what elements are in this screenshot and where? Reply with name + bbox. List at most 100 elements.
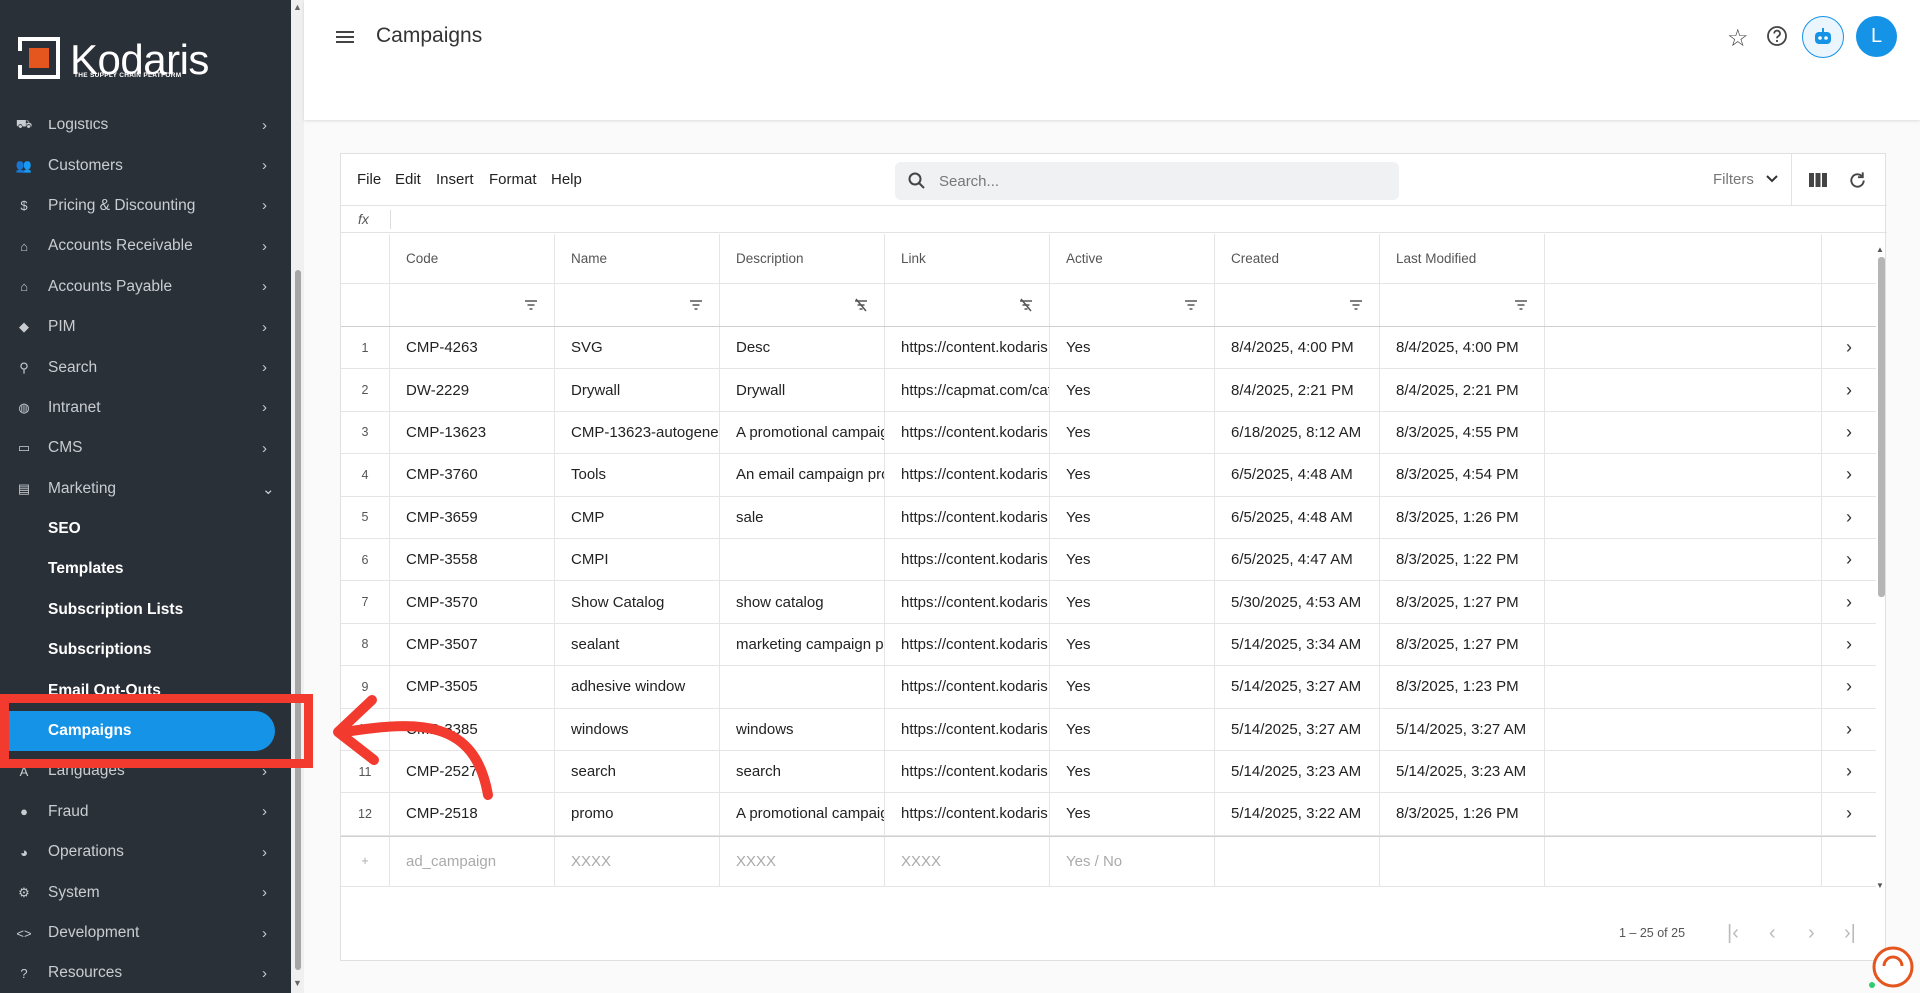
- cell-last-modified[interactable]: 8/3/2025, 4:55 PM: [1380, 411, 1545, 454]
- refresh-icon[interactable]: [1847, 170, 1868, 191]
- cell-link[interactable]: https://content.kodaris.c...: [885, 750, 1050, 793]
- star-icon[interactable]: ☆: [1727, 24, 1749, 53]
- cell-link[interactable]: https://content.kodaris.c...: [885, 581, 1050, 623]
- cell-code[interactable]: CMP-4263: [390, 327, 555, 369]
- cell-description[interactable]: sale: [720, 496, 885, 538]
- cell-active[interactable]: Yes: [1050, 666, 1215, 708]
- new-row-field[interactable]: XXXX: [555, 836, 720, 886]
- sidebar-item-marketing[interactable]: ▤ Marketing ⌄: [0, 469, 291, 509]
- user-avatar[interactable]: L: [1856, 16, 1897, 57]
- cell-link[interactable]: https://content.kodaris.c...: [885, 454, 1050, 496]
- cell-created[interactable]: 6/5/2025, 4:48 AM: [1215, 496, 1380, 538]
- scroll-up-icon[interactable]: ▲: [293, 2, 302, 12]
- sidebar-item-cms[interactable]: ▭ CMS ›: [0, 428, 291, 468]
- cell-active[interactable]: Yes: [1050, 454, 1215, 496]
- filters-button[interactable]: Filters: [1713, 171, 1754, 188]
- cell-link[interactable]: https://capmat.com/cate...: [885, 369, 1050, 411]
- sidebar-item-resources[interactable]: ? Resources ›: [0, 953, 291, 993]
- cell-last-modified[interactable]: 5/14/2025, 3:23 AM: [1380, 750, 1545, 793]
- cell-last-modified[interactable]: 8/3/2025, 1:23 PM: [1380, 666, 1545, 708]
- cell-active[interactable]: Yes: [1050, 708, 1215, 750]
- cell-last-modified[interactable]: 8/3/2025, 4:54 PM: [1380, 454, 1545, 496]
- cell-name[interactable]: CMPI: [555, 538, 720, 581]
- new-row-field[interactable]: Yes / No: [1050, 836, 1215, 886]
- cell-name[interactable]: CMP-13623-autogenera...: [555, 411, 720, 454]
- filter-icon[interactable]: [1514, 298, 1528, 312]
- cell-description[interactable]: A promotional campaig...: [720, 411, 885, 454]
- hamburger-menu-icon[interactable]: [334, 26, 356, 48]
- cell-active[interactable]: Yes: [1050, 750, 1215, 793]
- cell-created[interactable]: 5/14/2025, 3:22 AM: [1215, 793, 1380, 835]
- sidebar-sub-templates[interactable]: Templates: [0, 549, 291, 589]
- new-row-field[interactable]: [1380, 836, 1545, 886]
- sidebar-item-pim[interactable]: ◆ PIM ›: [0, 307, 291, 347]
- sidebar-item-fraud[interactable]: ● Fraud ›: [0, 792, 291, 832]
- chevron-right-icon[interactable]: ›: [1821, 623, 1876, 666]
- new-row-field[interactable]: ad_campaign: [390, 836, 555, 886]
- cell-code[interactable]: CMP-3385: [390, 708, 555, 750]
- cell-name[interactable]: sealant: [555, 623, 720, 666]
- filter-icon[interactable]: [1349, 298, 1363, 312]
- chevron-right-icon[interactable]: ›: [1821, 369, 1876, 411]
- table-row[interactable]: 6CMP-3558CMPI https://content.kodaris.c..…: [341, 538, 1876, 582]
- chevron-down-icon[interactable]: [1763, 168, 1781, 188]
- cell-name[interactable]: adhesive window: [555, 666, 720, 708]
- menu-insert[interactable]: Insert: [436, 171, 474, 188]
- cell-name[interactable]: Drywall: [555, 369, 720, 411]
- column-header-active[interactable]: Active: [1050, 234, 1215, 283]
- chevron-right-icon[interactable]: ›: [1821, 793, 1876, 835]
- cell-active[interactable]: Yes: [1050, 793, 1215, 835]
- cell-code[interactable]: CMP-2527: [390, 750, 555, 793]
- first-page-icon[interactable]: |‹: [1727, 922, 1739, 945]
- scroll-up-icon[interactable]: ▲: [1876, 245, 1884, 254]
- cell-created[interactable]: 6/5/2025, 4:48 AM: [1215, 454, 1380, 496]
- filter-icon[interactable]: [689, 298, 703, 312]
- chevron-right-icon[interactable]: ›: [1821, 454, 1876, 496]
- cell-description[interactable]: show catalog: [720, 581, 885, 623]
- table-row[interactable]: 3CMP-13623CMP-13623-autogenera...A promo…: [341, 411, 1876, 455]
- table-row[interactable]: 12 CMP-2518 promo A promotional campaig... h…: [341, 793, 1876, 836]
- assistant-bot-button[interactable]: [1802, 16, 1844, 58]
- cell-active[interactable]: Yes: [1050, 327, 1215, 369]
- column-header-last-modified[interactable]: Last Modified: [1380, 234, 1545, 283]
- cell-created[interactable]: 8/4/2025, 2:21 PM: [1215, 369, 1380, 411]
- chevron-right-icon[interactable]: ›: [1821, 496, 1876, 538]
- last-page-icon[interactable]: ›|: [1844, 922, 1856, 945]
- cell-description[interactable]: [720, 538, 885, 581]
- filter-icon[interactable]: [1184, 298, 1198, 312]
- menu-file[interactable]: File: [357, 171, 381, 188]
- cell-description[interactable]: search: [720, 750, 885, 793]
- table-row[interactable]: 5CMP-3659CMPsalehttps://content.kodaris.…: [341, 496, 1876, 539]
- grid-scrollbar-thumb[interactable]: [1878, 257, 1885, 597]
- cell-created[interactable]: 5/14/2025, 3:34 AM: [1215, 623, 1380, 666]
- chat-support-icon[interactable]: [1868, 944, 1914, 990]
- column-header-link[interactable]: Link: [885, 234, 1050, 283]
- cell-last-modified[interactable]: 8/3/2025, 1:27 PM: [1380, 623, 1545, 666]
- cell-active[interactable]: Yes: [1050, 496, 1215, 538]
- menu-help[interactable]: Help: [551, 171, 582, 188]
- menu-format[interactable]: Format: [489, 171, 537, 188]
- cell-active[interactable]: Yes: [1050, 369, 1215, 411]
- cell-description[interactable]: [720, 666, 885, 708]
- formula-bar[interactable]: fx: [341, 206, 1887, 233]
- cell-last-modified[interactable]: 8/4/2025, 2:21 PM: [1380, 369, 1545, 411]
- sidebar-item-search[interactable]: ⚲ Search ›: [0, 347, 291, 387]
- cell-last-modified[interactable]: 8/3/2025, 1:26 PM: [1380, 793, 1545, 835]
- sidebar-item-intranet[interactable]: ◍ Intranet ›: [0, 388, 291, 428]
- cell-code[interactable]: CMP-3760: [390, 454, 555, 496]
- cell-description[interactable]: A promotional campaig...: [720, 793, 885, 835]
- cell-last-modified[interactable]: 8/3/2025, 1:26 PM: [1380, 496, 1545, 538]
- cell-code[interactable]: CMP-2518: [390, 793, 555, 835]
- chevron-right-icon[interactable]: ›: [1821, 327, 1876, 369]
- sidebar-item-operations[interactable]: ◕ Operations ›: [0, 832, 291, 872]
- chevron-right-icon[interactable]: ›: [1821, 538, 1876, 581]
- add-row-icon[interactable]: +: [341, 836, 390, 886]
- sidebar-sub-seo[interactable]: SEO: [0, 509, 291, 549]
- cell-name[interactable]: Show Catalog: [555, 581, 720, 623]
- cell-last-modified[interactable]: 5/14/2025, 3:27 AM: [1380, 708, 1545, 750]
- cell-name[interactable]: search: [555, 750, 720, 793]
- cell-name[interactable]: Tools: [555, 454, 720, 496]
- cell-code[interactable]: CMP-3570: [390, 581, 555, 623]
- new-row-field[interactable]: XXXX: [720, 836, 885, 886]
- cell-link[interactable]: https://content.kodaris.c...: [885, 538, 1050, 581]
